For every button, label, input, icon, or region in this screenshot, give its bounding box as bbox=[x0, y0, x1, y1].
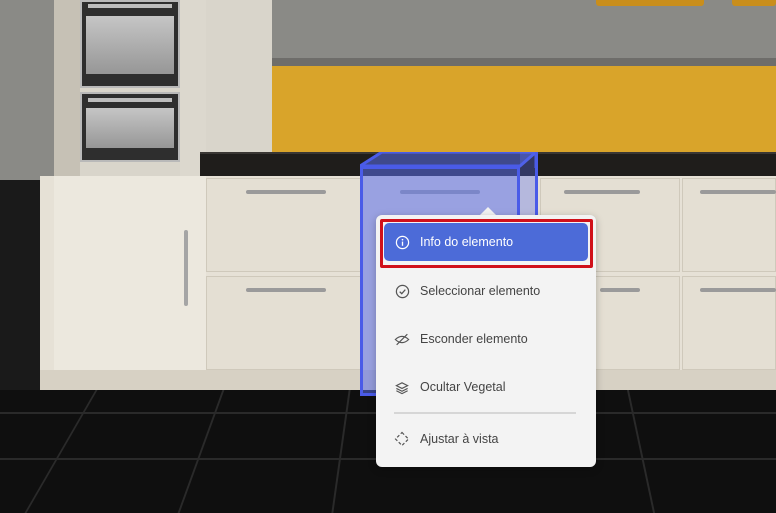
oven-lower bbox=[80, 92, 180, 162]
menu-pointer bbox=[480, 207, 496, 215]
menu-item-label: Esconder elemento bbox=[420, 332, 528, 346]
menu-item-hide-vegetation[interactable]: Ocultar Vegetal bbox=[384, 368, 588, 406]
upper-cabinet bbox=[596, 0, 704, 6]
info-icon bbox=[394, 234, 410, 250]
oven-upper bbox=[80, 0, 180, 88]
drawer-handle bbox=[246, 190, 326, 194]
drawer-handle bbox=[600, 288, 640, 292]
layers-icon bbox=[394, 379, 410, 395]
menu-item-label: Seleccionar elemento bbox=[420, 284, 541, 298]
cabinet-handle bbox=[184, 230, 188, 306]
menu-item-label: Ajustar à vista bbox=[420, 432, 499, 446]
backsplash bbox=[272, 66, 776, 158]
fit-view-icon bbox=[394, 431, 410, 447]
menu-divider bbox=[394, 412, 576, 414]
menu-item-hide[interactable]: Esconder elemento bbox=[384, 320, 588, 358]
context-menu: Info do elemento Seleccionar elemento Es… bbox=[376, 215, 596, 467]
drawer-handle bbox=[246, 288, 326, 292]
menu-item-label: Ocultar Vegetal bbox=[420, 380, 506, 394]
drawer-handle bbox=[564, 190, 640, 194]
menu-item-info[interactable]: Info do elemento bbox=[384, 223, 588, 261]
upper-cabinet bbox=[732, 0, 776, 6]
menu-item-fit-view[interactable]: Ajustar à vista bbox=[384, 420, 588, 458]
tall-unit-side bbox=[54, 0, 80, 178]
menu-item-label: Info do elemento bbox=[420, 235, 514, 249]
menu-item-select[interactable]: Seleccionar elemento bbox=[384, 272, 588, 310]
check-circle-icon bbox=[394, 283, 410, 299]
drawer-handle bbox=[700, 288, 776, 292]
eye-slash-icon bbox=[394, 331, 410, 347]
drawer-handle bbox=[700, 190, 776, 194]
